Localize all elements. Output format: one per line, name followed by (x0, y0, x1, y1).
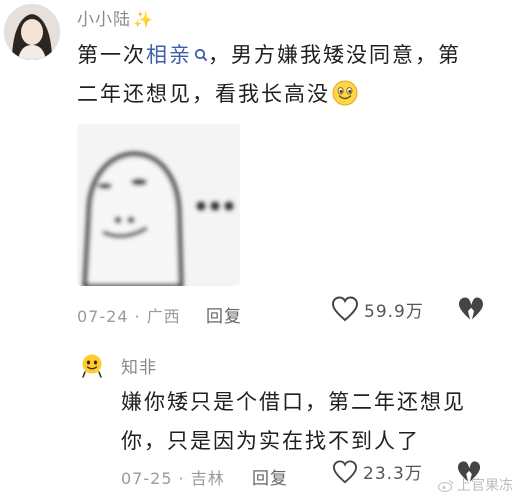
reply-date: 07-25 (121, 469, 173, 488)
heart-outline-icon (331, 296, 359, 322)
broken-heart-icon (459, 297, 483, 320)
comment-author[interactable]: 小小陆 ✨ (77, 5, 154, 30)
reply-location: 吉林 (190, 469, 225, 488)
comment-text-line-1: 第一次相亲 ，男方嫌我矮没同意，第 (77, 43, 461, 67)
reply-avatar[interactable] (79, 352, 105, 378)
reply-text: 嫌你矮只是个借口，第二年还想见 你，只是因为实在找不到人了 (121, 383, 511, 461)
reply-text-line-2: 你，只是因为实在找不到人了 (121, 429, 420, 453)
avatar[interactable] (4, 4, 60, 60)
watermark-text: 上官果冻 (457, 478, 513, 494)
sticker-image[interactable] (77, 124, 240, 286)
like-button[interactable]: 59.9万 (331, 296, 424, 322)
like-count: 59.9万 (364, 301, 424, 322)
reply-author-name[interactable]: 知非 (121, 353, 157, 378)
comment-author-name[interactable]: 小小陆 (77, 10, 131, 30)
topic-link[interactable]: 相亲 (146, 43, 208, 67)
reply-button[interactable]: 回复 (206, 302, 242, 327)
comment-date: 07-24 (77, 307, 129, 326)
comment-meta: 07-24 · 广西 (77, 307, 181, 326)
reply-reply-button[interactable]: 回复 (252, 464, 288, 489)
sparkle-icon: ✨ (133, 10, 154, 29)
grinning-face-icon (332, 80, 358, 106)
reply-text-line-1: 嫌你矮只是个借口，第二年还想见 (121, 390, 466, 414)
reply-like-count: 23.3万 (363, 464, 423, 484)
comment-text-line-2: 二年还想见，看我长高没 (77, 75, 507, 114)
reply-like-button[interactable]: 23.3万 (332, 459, 423, 484)
dislike-button[interactable] (457, 296, 485, 326)
weibo-logo-icon (438, 479, 454, 492)
comment-text: 第一次相亲 ，男方嫌我矮没同意，第 二年还想见，看我长高没 (77, 36, 507, 114)
reply-meta: 07-25 · 吉林 (121, 469, 225, 488)
watermark: 上官果冻 (438, 475, 513, 495)
heart-outline-icon (332, 459, 358, 483)
comment-location: 广西 (146, 307, 181, 326)
search-icon (194, 48, 208, 62)
